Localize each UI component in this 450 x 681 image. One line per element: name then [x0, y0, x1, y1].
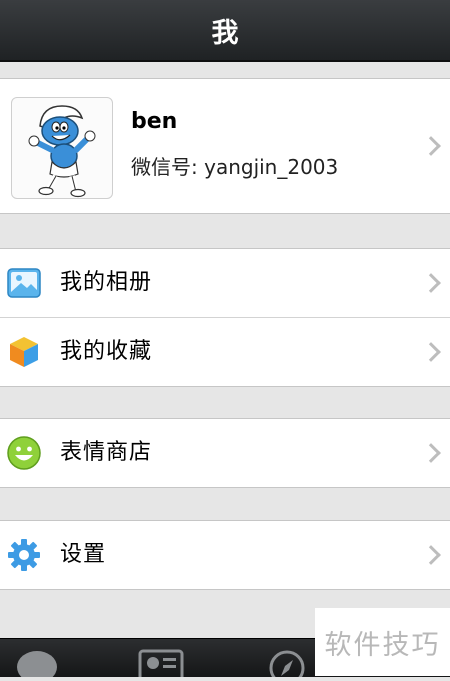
menu-item-sticker-store[interactable]: 表情商店	[0, 419, 450, 487]
contacts-card-icon[interactable]	[138, 649, 184, 681]
menu-item-favorites[interactable]: 我的收藏	[0, 317, 450, 386]
watermark: 软件技巧	[315, 608, 450, 676]
profile-card[interactable]: ben 微信号: yangjin_2003	[0, 78, 450, 214]
compass-icon[interactable]	[268, 649, 306, 681]
menu-item-settings[interactable]: 设置	[0, 521, 450, 589]
chevron-right-icon	[421, 545, 441, 565]
menu-item-album[interactable]: 我的相册	[0, 249, 450, 317]
cube-icon	[7, 335, 41, 369]
wechat-id-value: yangjin_2003	[204, 155, 339, 179]
smiley-face-icon	[7, 436, 41, 470]
title-bar: 我	[0, 0, 450, 62]
chevron-right-icon	[421, 443, 441, 463]
menu-group-stickers: 表情商店	[0, 418, 450, 488]
menu-item-label: 表情商店	[60, 440, 153, 465]
chevron-right-icon	[421, 136, 441, 156]
photo-album-icon	[7, 266, 41, 300]
avatar[interactable]	[11, 97, 113, 199]
chevron-right-icon	[421, 273, 441, 293]
menu-item-label: 我的相册	[60, 270, 153, 295]
menu-group-personal: 我的相册 我的收藏	[0, 248, 450, 387]
page-title: 我	[211, 17, 239, 49]
menu-item-label: 设置	[60, 542, 107, 567]
wechat-id-row: 微信号: yangjin_2003	[131, 151, 338, 180]
gear-icon	[7, 538, 41, 572]
wechat-id-label: 微信号:	[131, 155, 198, 179]
menu-group-settings: 设置	[0, 520, 450, 590]
profile-name: ben	[131, 109, 178, 134]
menu-item-label: 我的收藏	[60, 339, 153, 364]
watermark-text: 软件技巧	[324, 629, 441, 661]
chevron-right-icon	[421, 342, 441, 362]
chat-bubble-icon[interactable]	[15, 647, 59, 681]
